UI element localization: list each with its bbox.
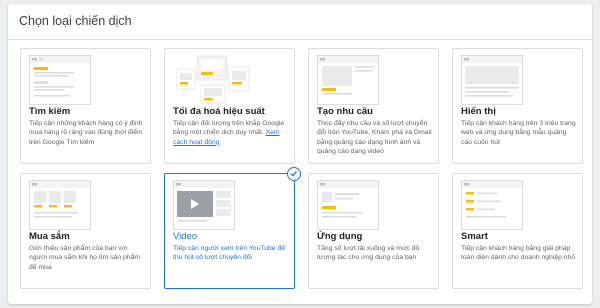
demand-gen-thumbnail-icon xyxy=(317,55,379,105)
card-demand-gen[interactable]: Tạo nhu cầu Thúc đẩy nhu cầu và số lượt … xyxy=(308,48,439,164)
card-performance-max[interactable]: Tối đa hoá hiệu suất Tiếp cận đối tượng … xyxy=(164,48,295,164)
app-thumbnail-icon xyxy=(317,180,379,230)
card-search[interactable]: Tìm kiếm Tiếp cận những khách hàng có ý … xyxy=(20,48,151,164)
card-description: Tiếp cận những khách hàng có ý định mua … xyxy=(29,120,143,146)
video-thumbnail-icon xyxy=(173,180,235,230)
card-title: Mua sắm xyxy=(29,231,70,242)
divider xyxy=(8,39,592,40)
campaign-type-grid: Tìm kiếm Tiếp cận những khách hàng có ý … xyxy=(20,48,584,300)
card-title: Tạo nhu cầu xyxy=(317,106,373,117)
card-description: Tăng số lượt tải xuống và mức độ tương t… xyxy=(317,245,420,262)
card-description: Tiếp cận người xem trên YouTube để thu h… xyxy=(173,245,286,262)
card-title: Smart xyxy=(461,231,488,242)
smart-thumbnail-icon xyxy=(461,180,523,230)
card-video[interactable]: Video Tiếp cận người xem trên YouTube để… xyxy=(164,167,301,289)
card-description: Tiếp cận khách hàng trên 3 triệu trang w… xyxy=(461,120,576,146)
card-description: Giới thiệu sản phẩm của bạn với người mu… xyxy=(29,245,141,271)
shopping-thumbnail-icon xyxy=(29,180,91,230)
card-display[interactable]: Hiển thị Tiếp cận khách hàng trên 3 triệ… xyxy=(452,48,583,164)
display-thumbnail-icon xyxy=(461,55,523,105)
card-shopping[interactable]: Mua sắm Giới thiệu sản phẩm của bạn với … xyxy=(20,173,151,289)
campaign-type-panel: Chọn loại chiến dịch Tìm kiếm Tiếp cận n… xyxy=(8,4,592,304)
selected-check-icon xyxy=(287,167,301,181)
card-description: Tiếp cận đối tượng trên khắp Google bằng… xyxy=(173,119,291,147)
card-description: Thúc đẩy nhu cầu và số lượt chuyển đổi t… xyxy=(317,120,432,156)
card-title: Tìm kiếm xyxy=(29,106,71,117)
panel-title: Chọn loại chiến dịch xyxy=(19,14,132,28)
performance-max-thumbnail-icon xyxy=(176,55,250,104)
card-title: Ứng dụng xyxy=(317,231,363,242)
search-ad-thumbnail-icon xyxy=(29,55,91,105)
card-title: Tối đa hoá hiệu suất xyxy=(173,106,265,117)
card-title: Video xyxy=(173,231,198,242)
card-title: Hiển thị xyxy=(461,106,496,117)
card-description: Tiếp cận khách hàng bằng giải pháp toàn … xyxy=(461,245,576,262)
card-smart[interactable]: Smart Tiếp cận khách hàng bằng giải pháp… xyxy=(452,173,583,289)
card-app[interactable]: Ứng dụng Tăng số lượt tải xuống và mức đ… xyxy=(308,173,439,289)
